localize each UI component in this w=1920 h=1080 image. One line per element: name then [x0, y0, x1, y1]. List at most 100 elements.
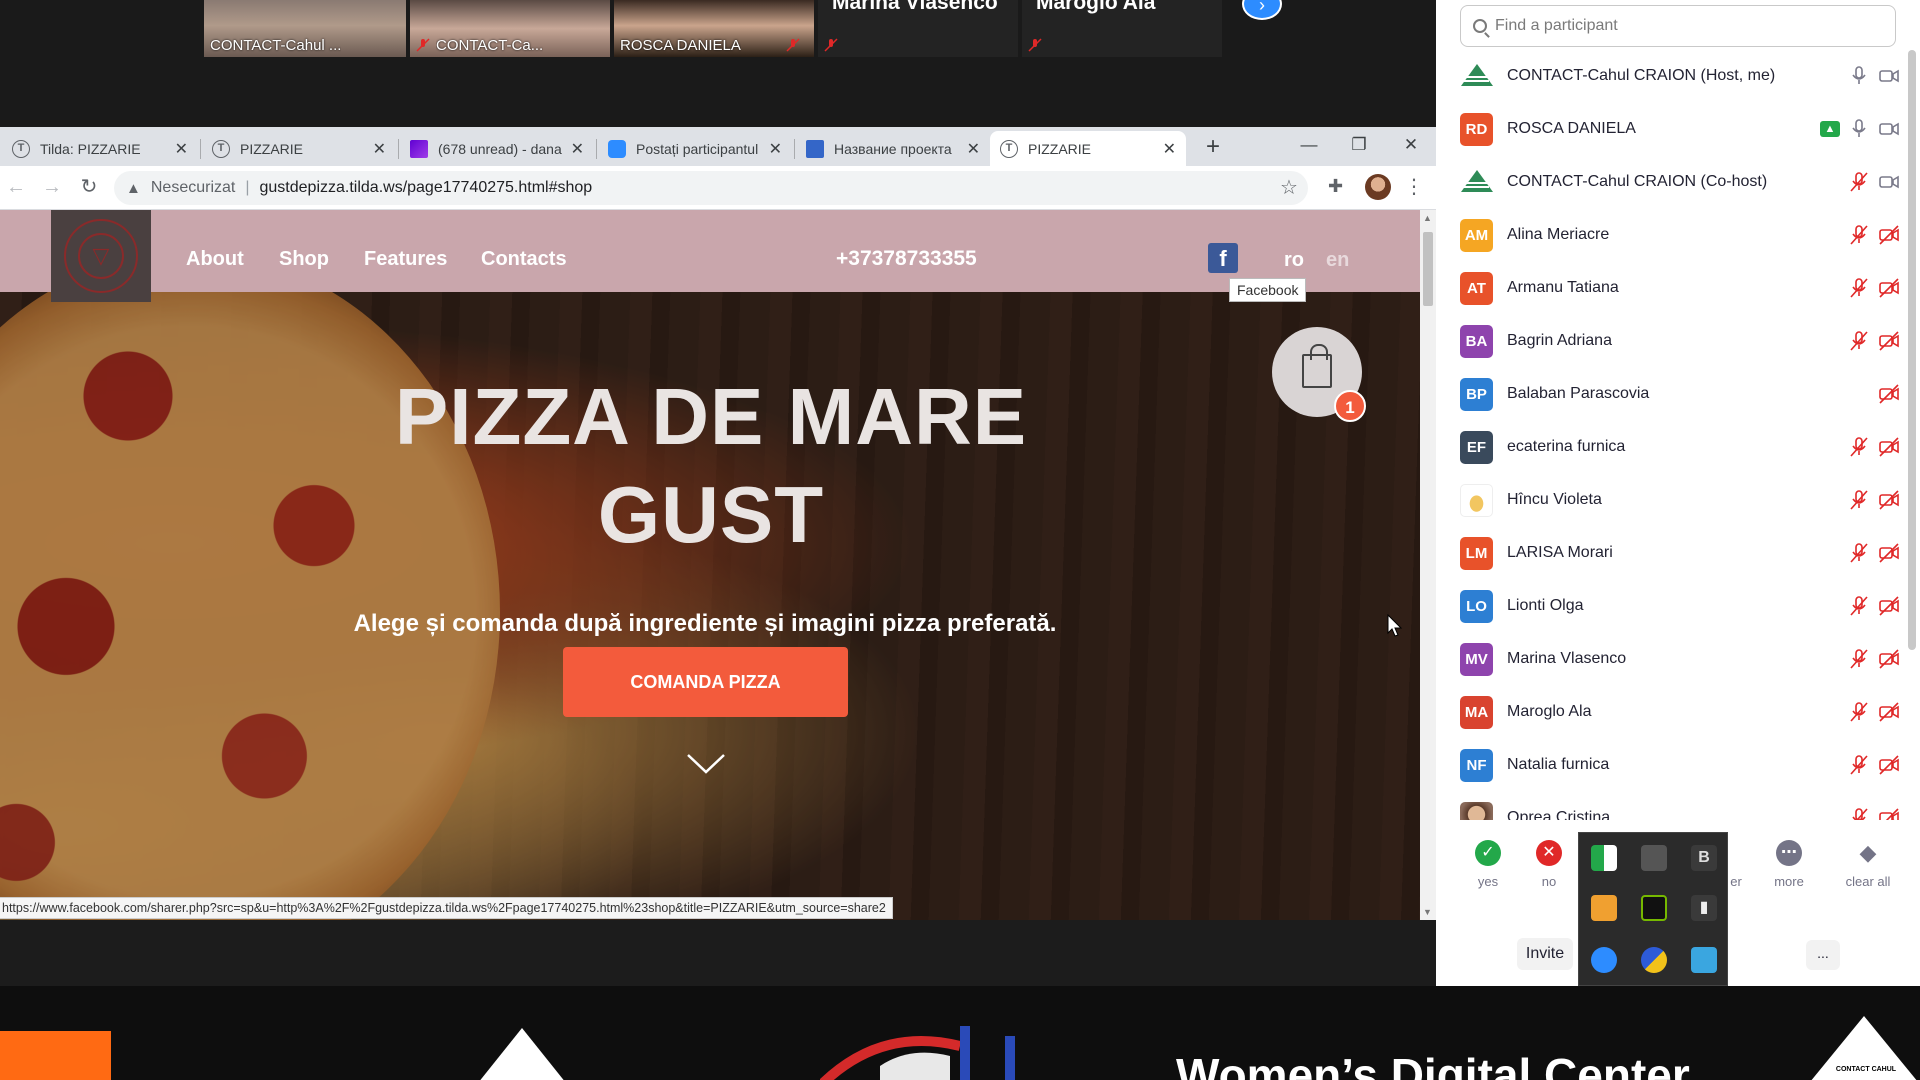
- video-off-icon[interactable]: [1878, 542, 1900, 564]
- video-off-icon[interactable]: [1878, 277, 1900, 299]
- participant-row[interactable]: LM LARISA Morari: [1460, 529, 1900, 577]
- microphone-icon[interactable]: ▮: [1691, 895, 1717, 921]
- forward-arrow-icon[interactable]: →: [38, 174, 66, 202]
- mic-muted-icon[interactable]: [1848, 436, 1870, 458]
- profile-avatar[interactable]: [1365, 174, 1391, 200]
- lang-ro[interactable]: ro: [1284, 249, 1304, 272]
- video-camera-icon[interactable]: [1878, 171, 1900, 193]
- mic-muted-icon[interactable]: [1848, 542, 1870, 564]
- reaction-no[interactable]: ✕ no: [1524, 840, 1574, 889]
- mic-muted-icon[interactable]: [1848, 330, 1870, 352]
- invite-button[interactable]: Invite: [1517, 938, 1573, 970]
- video-off-icon[interactable]: [1878, 595, 1900, 617]
- reaction-clear-all[interactable]: ◆ clear all: [1828, 840, 1908, 889]
- participant-row[interactable]: AT Armanu Tatiana: [1460, 264, 1900, 312]
- panel-scrollbar[interactable]: [1908, 50, 1916, 650]
- chevron-down-icon[interactable]: [686, 752, 726, 776]
- lang-en[interactable]: en: [1326, 249, 1349, 272]
- browser-tab[interactable]: Название проекта ✕: [796, 131, 990, 166]
- reload-icon[interactable]: ↻: [75, 174, 103, 202]
- mic-muted-icon[interactable]: [1848, 224, 1870, 246]
- bold-b-icon[interactable]: B: [1691, 845, 1717, 871]
- network-icon[interactable]: [1691, 947, 1717, 973]
- browser-tab[interactable]: T PIZZARIE ✕: [202, 131, 396, 166]
- participant-row[interactable]: EF ecaterina furnica: [1460, 423, 1900, 471]
- microphone-icon[interactable]: [1848, 65, 1870, 87]
- mic-muted-icon[interactable]: [1848, 807, 1870, 820]
- video-tile[interactable]: ROSCA DANIELA: [614, 0, 814, 57]
- participant-row[interactable]: MA Maroglo Ala: [1460, 688, 1900, 736]
- video-tile[interactable]: CONTACT-Ca...: [410, 0, 610, 57]
- browser-tab[interactable]: Postați participantul ✕: [598, 131, 792, 166]
- app-blue-yellow-icon[interactable]: [1641, 947, 1667, 973]
- video-tile[interactable]: CONTACT-Cahul ...: [204, 0, 406, 57]
- participant-search-input[interactable]: Find a participant: [1460, 5, 1896, 47]
- extensions-puzzle-icon[interactable]: ✚: [1328, 176, 1343, 197]
- url-text[interactable]: gustdepizza.tilda.ws/page17740275.html#s…: [260, 179, 593, 197]
- reaction-yes[interactable]: ✓ yes: [1458, 840, 1518, 889]
- participant-row[interactable]: Hîncu Violeta: [1460, 476, 1900, 524]
- mic-muted-icon[interactable]: [1848, 277, 1870, 299]
- participant-row[interactable]: MV Marina Vlasenco: [1460, 635, 1900, 683]
- order-pizza-button[interactable]: COMANDA PIZZA: [563, 647, 848, 717]
- more-options-button[interactable]: ...: [1806, 940, 1840, 970]
- security-shield-icon[interactable]: [1591, 845, 1617, 871]
- close-icon[interactable]: ✕: [373, 139, 386, 159]
- nvidia-icon[interactable]: [1641, 895, 1667, 921]
- next-page-arrow-icon[interactable]: ›: [1242, 0, 1282, 20]
- scroll-up-icon[interactable]: ▲: [1423, 213, 1432, 223]
- participant-row[interactable]: NF Natalia furnica: [1460, 741, 1900, 789]
- participant-row[interactable]: BP Balaban Parascovia: [1460, 370, 1900, 418]
- back-arrow-icon[interactable]: ←: [2, 174, 30, 202]
- facebook-icon[interactable]: f: [1208, 243, 1238, 273]
- nav-features[interactable]: Features: [364, 248, 447, 271]
- participant-row[interactable]: AM Alina Meriacre: [1460, 211, 1900, 259]
- mic-muted-icon[interactable]: [1848, 754, 1870, 776]
- mic-muted-icon[interactable]: [1848, 701, 1870, 723]
- close-icon[interactable]: ✕: [1163, 139, 1176, 159]
- mic-muted-icon[interactable]: [1848, 595, 1870, 617]
- nav-contacts[interactable]: Contacts: [481, 248, 567, 271]
- participant-row[interactable]: Oprea Cristina: [1460, 794, 1900, 820]
- pizza-logo[interactable]: ▽: [51, 210, 151, 302]
- video-off-icon[interactable]: [1878, 701, 1900, 723]
- video-camera-icon[interactable]: [1878, 118, 1900, 140]
- participant-row[interactable]: LO Lionti Olga: [1460, 582, 1900, 630]
- video-camera-icon[interactable]: [1878, 65, 1900, 87]
- app-orange-icon[interactable]: [1591, 895, 1617, 921]
- bookmark-star-icon[interactable]: ☆: [1280, 175, 1298, 200]
- close-icon[interactable]: ✕: [175, 139, 188, 159]
- participant-row[interactable]: BA Bagrin Adriana: [1460, 317, 1900, 365]
- scroll-down-arrow-icon[interactable]: ▼: [1423, 907, 1432, 917]
- phone-number[interactable]: +37378733355: [836, 247, 977, 271]
- kebab-menu-icon[interactable]: ⋮: [1404, 174, 1424, 199]
- video-off-icon[interactable]: [1878, 648, 1900, 670]
- video-off-icon[interactable]: [1878, 489, 1900, 511]
- close-icon[interactable]: ✕: [967, 139, 980, 159]
- nav-shop[interactable]: Shop: [279, 248, 329, 271]
- close-icon[interactable]: ✕: [769, 139, 782, 159]
- browser-tab[interactable]: (678 unread) - dana. ✕: [400, 131, 594, 166]
- close-icon[interactable]: ✕: [571, 139, 584, 159]
- minimize-icon[interactable]: —: [1294, 133, 1324, 159]
- video-off-icon[interactable]: [1878, 224, 1900, 246]
- video-off-icon[interactable]: [1878, 383, 1900, 405]
- participant-row[interactable]: CONTACT-Cahul CRAION (Host, me): [1460, 52, 1900, 100]
- nav-about[interactable]: About: [186, 248, 244, 271]
- video-off-icon[interactable]: [1878, 754, 1900, 776]
- restore-icon[interactable]: ❐: [1344, 133, 1374, 159]
- video-tile[interactable]: Maroglo Ala: [1022, 0, 1222, 57]
- zoom-tray-icon[interactable]: [1591, 947, 1617, 973]
- video-tile[interactable]: Marina Vlasenco: [818, 0, 1018, 57]
- microphone-icon[interactable]: [1848, 118, 1870, 140]
- page-scrollbar[interactable]: ▲ ▼: [1420, 210, 1436, 920]
- mic-muted-icon[interactable]: [1848, 171, 1870, 193]
- mic-muted-icon[interactable]: [1848, 489, 1870, 511]
- mic-muted-icon[interactable]: [1848, 648, 1870, 670]
- cloud-off-icon[interactable]: [1641, 845, 1667, 871]
- new-tab-button[interactable]: +: [1198, 133, 1228, 163]
- close-window-icon[interactable]: ✕: [1396, 133, 1426, 159]
- browser-tab-active[interactable]: T PIZZARIE ✕: [990, 131, 1186, 166]
- participant-row[interactable]: RD ROSCA DANIELA ▲: [1460, 105, 1900, 153]
- reaction-more[interactable]: ⋯ more: [1759, 840, 1819, 889]
